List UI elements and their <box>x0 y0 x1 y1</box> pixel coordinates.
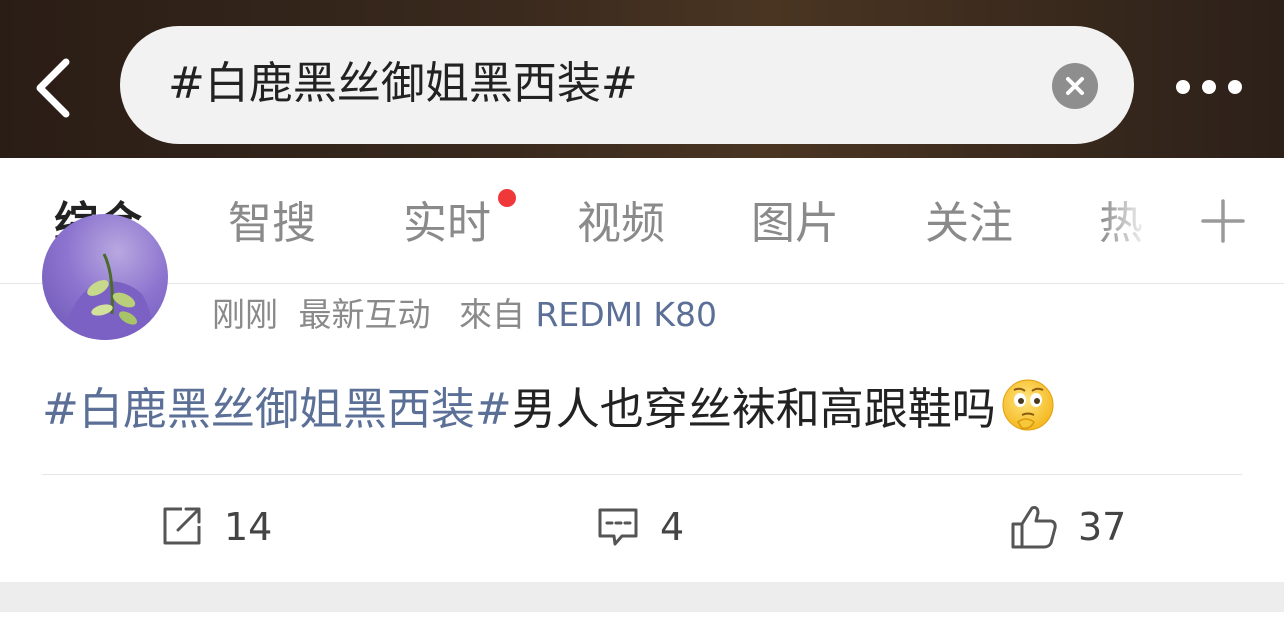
tab-following[interactable]: 关注 <box>925 196 1013 252</box>
clear-circle-icon <box>1066 77 1084 95</box>
chevron-left-icon <box>36 58 70 118</box>
repost-count: 14 <box>224 505 273 549</box>
search-input[interactable]: #白鹿黑丝御姐黑西装# <box>120 26 1134 144</box>
clear-search-button[interactable] <box>1052 63 1098 109</box>
repost-button[interactable]: 14 <box>160 502 280 552</box>
top-bar: #白鹿黑丝御姐黑西装# <box>0 0 1284 158</box>
comment-icon <box>598 508 638 546</box>
tab-hot[interactable]: 热 <box>1099 196 1143 252</box>
thumbs-up-icon <box>1011 506 1057 549</box>
search-tabs: 综合 智搜 实时 视频 图片 关注 热 <box>0 158 1284 284</box>
comment-button[interactable]: 4 <box>596 502 696 552</box>
repost-icon <box>163 507 201 545</box>
more-dots-icon <box>1176 80 1190 94</box>
post-source-prefix: 來自 <box>459 295 525 334</box>
post-hashtag-link[interactable]: #白鹿黑丝御姐黑西装# <box>42 384 512 435</box>
post-meta: 刚刚 最新互动 來自 REDMI K80 <box>212 294 717 336</box>
tab-realtime[interactable]: 实时 <box>403 196 491 252</box>
like-count: 37 <box>1078 505 1127 549</box>
add-tab-button[interactable] <box>1200 198 1246 244</box>
search-query-text[interactable]: #白鹿黑丝御姐黑西装# <box>168 56 638 112</box>
avatar[interactable] <box>42 214 168 340</box>
post-content: #白鹿黑丝御姐黑西装#男人也穿丝袜和高跟鞋吗 <box>42 378 1056 438</box>
post-activity: 最新互动 <box>298 295 431 334</box>
post-card: 刚刚 最新互动 來自 REDMI K80 #白鹿黑丝御姐黑西装#男人也穿丝袜和高… <box>0 214 1284 582</box>
tab-video[interactable]: 视频 <box>577 196 665 252</box>
post-time: 刚刚 <box>212 295 278 334</box>
plus-icon <box>1201 199 1245 243</box>
thinking-face-emoji <box>1000 378 1056 434</box>
post-divider <box>42 474 1242 475</box>
like-button[interactable]: 37 <box>1010 502 1130 552</box>
more-options-button[interactable] <box>1170 70 1250 104</box>
comment-count: 4 <box>660 505 685 549</box>
new-content-dot <box>498 189 516 207</box>
tab-smart-search[interactable]: 智搜 <box>228 196 316 252</box>
post-device[interactable]: REDMI K80 <box>536 295 718 334</box>
post-body-text: 男人也穿丝袜和高跟鞋吗 <box>511 384 996 435</box>
back-button[interactable] <box>22 48 92 128</box>
tab-images[interactable]: 图片 <box>751 196 839 252</box>
avatar-image <box>62 253 153 340</box>
next-card-edge <box>0 612 1284 625</box>
